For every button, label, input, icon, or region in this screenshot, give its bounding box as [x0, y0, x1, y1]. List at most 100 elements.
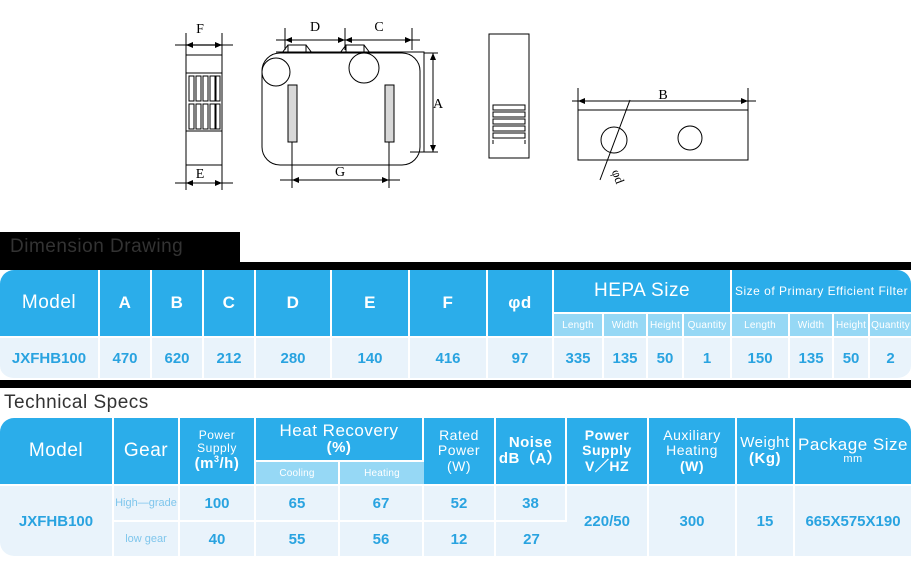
- cell-hepa-quantity: 1: [684, 338, 733, 380]
- subcol-pf-width: Width: [790, 314, 835, 338]
- cell-gear-high: High—grade: [114, 486, 180, 522]
- col-header-hepa-size: HEPA Size: [554, 270, 733, 314]
- dimension-table: Model A B C D E F φd HEPA Size Size of P…: [0, 270, 911, 380]
- drawing-label-c: C: [374, 20, 383, 35]
- cell-cooling-high: 65: [256, 486, 340, 522]
- col-header-power-supply-airflow: Power Supply (m3/h): [180, 418, 256, 486]
- cell-hepa-length: 335: [554, 338, 604, 380]
- package-size-line2: mm: [843, 453, 863, 466]
- cell-phi-d: 97: [488, 338, 554, 380]
- weight-line2: (Kg): [749, 450, 781, 467]
- banner-spacer: [0, 262, 911, 270]
- heat-recovery-line1: Heat Recovery: [279, 420, 399, 440]
- cell-auxiliary-heating: 300: [649, 486, 737, 556]
- rated-power-line1: Rated: [439, 427, 479, 444]
- package-size-line1: Package Size: [798, 434, 908, 454]
- col-header-package-size: Package Size mm: [795, 418, 911, 486]
- technical-drawings-area: F E D C G A B φd: [0, 0, 911, 232]
- drawing-label-g: G: [335, 165, 345, 180]
- drawing-label-d: D: [310, 20, 320, 35]
- weight-line1: Weight: [740, 433, 790, 451]
- cell-airflow-high: 100: [180, 486, 256, 522]
- cell-model: JXFHB100: [0, 486, 114, 556]
- subcol-hepa-width: Width: [604, 314, 648, 338]
- subcol-hepa-length: Length: [554, 314, 604, 338]
- col-header-c: C: [204, 270, 256, 338]
- technical-header-row: Model Gear Power Supply (m3/h) Heat Reco…: [0, 418, 911, 486]
- technical-banner-label: Technical Specs: [4, 392, 149, 413]
- cell-weight: 15: [737, 486, 795, 556]
- drawing-label-b: B: [658, 88, 667, 103]
- aux-heating-line2: Heating: [666, 442, 718, 459]
- col-header-e: E: [332, 270, 410, 338]
- cell-noise-low: 27: [496, 522, 567, 556]
- power-supply-v-line1: Power: [584, 427, 630, 444]
- dimension-table-wrap: Model A B C D E F φd HEPA Size Size of P…: [0, 270, 911, 380]
- cell-power-supply-voltage: 220/50: [567, 486, 649, 556]
- subcol-pf-quantity: Quantity: [870, 314, 911, 338]
- cell-pf-length: 150: [732, 338, 791, 380]
- subcol-hepa-height: Height: [648, 314, 684, 338]
- dimension-banner-label: Dimension Drawing: [10, 236, 184, 257]
- col-header-weight: Weight (Kg): [737, 418, 795, 486]
- cell-c: 212: [204, 338, 256, 380]
- col-header-rated-power: Rated Power (W): [424, 418, 496, 486]
- cell-pf-width: 135: [790, 338, 835, 380]
- col-header-a: A: [100, 270, 152, 338]
- technical-specs-table: Model Gear Power Supply (m3/h) Heat Reco…: [0, 418, 911, 556]
- table-row: JXFHB100 470 620 212 280 140 416 97 335 …: [0, 338, 911, 380]
- col-header-power-supply-voltage: Power Supply V／HZ: [567, 418, 649, 486]
- drawing-label-a: A: [433, 97, 444, 112]
- cell-airflow-low: 40: [180, 522, 256, 556]
- cell-pf-height: 50: [834, 338, 871, 380]
- dimension-header-row: Model A B C D E F φd HEPA Size Size of P…: [0, 270, 911, 338]
- col-header-gear: Gear: [114, 418, 180, 486]
- col-header-primary-filter: Size of Primary Efficient Filter: [732, 270, 911, 314]
- rated-power-line2: Power: [437, 442, 481, 459]
- technical-specs-banner: Technical Specs: [0, 388, 170, 418]
- cell-heating-high: 67: [340, 486, 424, 522]
- power-supply-unit-close: /h): [219, 455, 240, 473]
- aux-heating-line3: (W): [679, 457, 705, 474]
- subcol-pf-length: Length: [732, 314, 791, 338]
- cell-package-size: 665X575X190: [795, 486, 911, 556]
- cell-gear-low: low gear: [114, 522, 180, 556]
- col-header-phi-d: φd: [488, 270, 554, 338]
- drawing-svg: F E D C G A B φd: [175, 20, 756, 190]
- power-supply-unit-open: (m: [194, 455, 214, 473]
- drawing-label-f: F: [196, 22, 204, 37]
- table-spacer: [0, 380, 911, 388]
- col-header-model: Model: [0, 418, 114, 486]
- noise-line1: Noise: [508, 433, 553, 451]
- col-header-heat-recovery: Heat Recovery (%): [256, 418, 424, 462]
- technical-table-wrap: Model Gear Power Supply (m3/h) Heat Reco…: [0, 418, 911, 556]
- power-supply-v-line3: V／HZ: [585, 457, 629, 474]
- cell-rated-power-high: 52: [424, 486, 496, 522]
- cell-f: 416: [410, 338, 488, 380]
- cell-a: 470: [100, 338, 152, 380]
- col-header-noise: Noise dB（A）: [496, 418, 567, 486]
- table-row: JXFHB100 High—grade 100 65 67 52 38 220/…: [0, 486, 911, 556]
- cell-model: JXFHB100: [0, 338, 100, 380]
- rated-power-line3: (W): [446, 457, 472, 474]
- cell-heating-low: 56: [340, 522, 424, 556]
- drawing-label-e: E: [196, 167, 205, 182]
- subcol-cooling: Cooling: [256, 462, 340, 486]
- cell-b: 620: [152, 338, 204, 380]
- col-header-d: D: [256, 270, 332, 338]
- aux-heating-line1: Auxiliary: [663, 427, 721, 444]
- col-header-b: B: [152, 270, 204, 338]
- subcol-heating: Heating: [340, 462, 424, 486]
- cell-pf-quantity: 2: [870, 338, 911, 380]
- subcol-hepa-quantity: Quantity: [684, 314, 733, 338]
- cell-hepa-height: 50: [648, 338, 684, 380]
- col-header-model: Model: [0, 270, 100, 338]
- cell-hepa-width: 135: [604, 338, 648, 380]
- col-header-auxiliary-heating: Auxiliary Heating (W): [649, 418, 737, 486]
- cell-rated-power-low: 12: [424, 522, 496, 556]
- dimension-drawing-banner: Dimension Drawing: [0, 232, 240, 262]
- col-header-f: F: [410, 270, 488, 338]
- cell-cooling-low: 55: [256, 522, 340, 556]
- cell-d: 280: [256, 338, 332, 380]
- drawing-label-phi-d: φd: [609, 167, 628, 186]
